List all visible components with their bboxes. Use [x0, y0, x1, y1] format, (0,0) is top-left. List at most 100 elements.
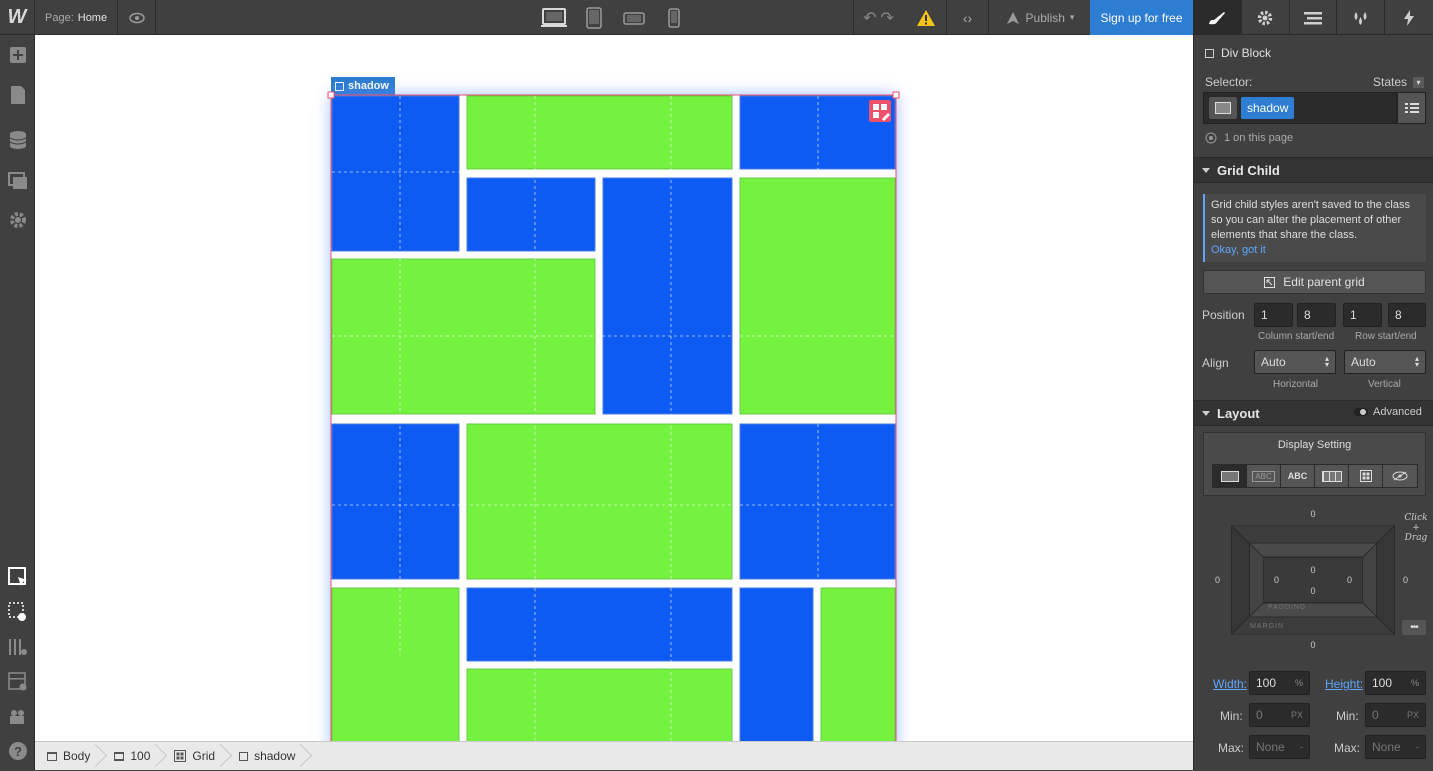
element-type-label: Div Block [1221, 46, 1272, 60]
layout-preview-icon[interactable] [0, 666, 35, 698]
horizontal-align-select[interactable]: Auto ▴ ▾ [1254, 350, 1336, 374]
design-canvas[interactable]: shadow [35, 35, 1193, 741]
undo-redo: ↶ ↷ [853, 0, 903, 35]
grid-icon [174, 750, 187, 762]
max-height-label: Max: [1334, 741, 1361, 755]
help-icon[interactable]: ? [0, 735, 35, 767]
margin-bottom-value[interactable]: 0 [1231, 640, 1395, 650]
video-tutorials-icon[interactable] [0, 701, 35, 733]
pages-icon[interactable] [0, 79, 35, 111]
updown-icon: ▴ ▾ [1324, 354, 1329, 369]
code-export-icon[interactable]: ‹› [946, 0, 988, 35]
signup-button[interactable]: Sign up for free [1090, 0, 1193, 35]
settings-gear-icon[interactable] [0, 204, 35, 236]
advanced-toggle[interactable]: Advanced [1354, 406, 1422, 418]
interactions-bolt-icon[interactable] [1385, 0, 1433, 35]
padding-right-value[interactable]: 0 [1347, 575, 1352, 585]
display-inline-block-icon[interactable]: ABC [1247, 465, 1281, 487]
grid-cell [331, 587, 460, 741]
notice-text: Grid child styles aren't saved to the cl… [1211, 199, 1410, 241]
selector-list-icon[interactable] [1397, 92, 1426, 124]
more-options-icon[interactable]: ••• [1402, 620, 1426, 635]
grid-cell [602, 177, 733, 415]
height-input[interactable]: 100 % [1365, 671, 1426, 695]
column-start-input[interactable]: 1 [1254, 303, 1293, 327]
display-none-eye-icon[interactable] [1383, 465, 1417, 487]
states-label: States [1373, 75, 1408, 89]
edit-parent-grid-button[interactable]: Edit parent grid [1203, 270, 1426, 294]
page-selector[interactable]: Page: Home [35, 0, 119, 35]
assets-icon[interactable] [0, 165, 35, 197]
max-width-input[interactable]: None - [1249, 735, 1310, 759]
undo-icon[interactable]: ↶ [863, 8, 876, 28]
margin-left-value[interactable]: 0 [1215, 575, 1220, 585]
click-drag-hint: Click + Drag [1404, 513, 1428, 543]
height-label[interactable]: Height: [1325, 677, 1363, 691]
tablet-device-icon[interactable] [574, 0, 614, 35]
style-panel: Div Block Selector: States ▾ shadow 1 on… [1193, 0, 1433, 770]
mobile-portrait-icon[interactable] [654, 0, 694, 35]
padding-left-value[interactable]: 0 [1274, 575, 1279, 585]
rocket-icon [1006, 11, 1019, 24]
publish-label: Publish [1025, 10, 1065, 25]
min-height-input[interactable]: 0 PX [1365, 703, 1426, 727]
select-tool-icon[interactable] [0, 561, 35, 593]
column-end-input[interactable]: 8 [1297, 303, 1336, 327]
grid-child-title: Grid Child [1217, 162, 1280, 178]
navigator-icon[interactable] [1290, 0, 1338, 35]
okay-got-it-link[interactable]: Okay, got it [1211, 244, 1266, 256]
vertical-value: Auto [1351, 355, 1376, 369]
cms-database-icon[interactable] [0, 124, 35, 156]
display-block-icon[interactable] [1213, 465, 1247, 487]
breadcrumb-body[interactable]: Body [35, 742, 102, 771]
row-start-input[interactable]: 1 [1343, 303, 1382, 327]
row-caption: Row start/end [1355, 331, 1417, 342]
display-grid-icon[interactable] [1349, 465, 1383, 487]
device-switcher [534, 0, 694, 35]
min-height-label: Min: [1336, 709, 1359, 723]
min-width-value: 0 [1256, 708, 1263, 722]
min-width-input[interactable]: 0 PX [1249, 703, 1310, 727]
max-width-unit: - [1300, 742, 1303, 752]
style-brush-icon[interactable] [1194, 0, 1242, 35]
guides-icon[interactable] [0, 631, 35, 663]
style-manager-icon[interactable] [1337, 0, 1386, 35]
warning-icon[interactable] [906, 0, 946, 35]
breadcrumb-shadow[interactable]: shadow [227, 742, 307, 771]
vertical-caption: Vertical [1368, 379, 1401, 390]
preview-selection-icon[interactable] [0, 596, 35, 628]
webflow-logo[interactable]: W [0, 0, 35, 35]
selector-label: Selector: [1205, 75, 1253, 89]
preview-eye-icon[interactable] [118, 0, 156, 35]
redo-icon[interactable]: ↷ [881, 8, 894, 28]
max-height-value: None [1372, 740, 1401, 754]
grid-child-header[interactable]: Grid Child [1194, 157, 1433, 183]
row-end-input[interactable]: 8 [1388, 303, 1426, 327]
layout-title: Layout [1217, 405, 1260, 421]
padding-top-value[interactable]: 0 [1231, 565, 1395, 575]
padding-bottom-value[interactable]: 0 [1231, 586, 1395, 596]
display-inline-icon[interactable]: ABC [1281, 465, 1315, 487]
caret-down-icon [1202, 167, 1210, 173]
breadcrumb-label: 100 [130, 749, 151, 763]
publish-button[interactable]: Publish ▾ [988, 0, 1090, 35]
width-label[interactable]: Width: [1213, 677, 1247, 691]
margin-right-value[interactable]: 0 [1403, 575, 1408, 585]
selector-field[interactable]: shadow [1203, 92, 1397, 124]
box-model-editor[interactable]: 0 0 0 0 0 0 0 0 PADDING MARGIN [1215, 509, 1408, 650]
margin-top-value[interactable]: 0 [1231, 509, 1395, 519]
display-flex-icon[interactable] [1315, 465, 1349, 487]
add-element-icon[interactable] [0, 39, 35, 71]
states-dropdown[interactable]: States ▾ [1373, 75, 1425, 89]
desktop-device-icon[interactable] [534, 0, 574, 35]
top-toolbar: W Page: Home ↶ ↷ ‹› Publish ▾ Sign up for… [0, 0, 1193, 35]
breadcrumb-container[interactable]: 100 [102, 742, 162, 771]
width-input[interactable]: 100 % [1249, 671, 1310, 695]
selector-chip[interactable]: shadow [1241, 97, 1295, 119]
mobile-landscape-icon[interactable] [614, 0, 654, 35]
max-height-input[interactable]: None - [1365, 735, 1426, 759]
vertical-align-select[interactable]: Auto ▴ ▾ [1344, 350, 1426, 374]
element-settings-gear-icon[interactable] [1242, 0, 1290, 35]
grid-cell [331, 95, 460, 252]
breadcrumb-grid[interactable]: Grid [162, 742, 227, 771]
